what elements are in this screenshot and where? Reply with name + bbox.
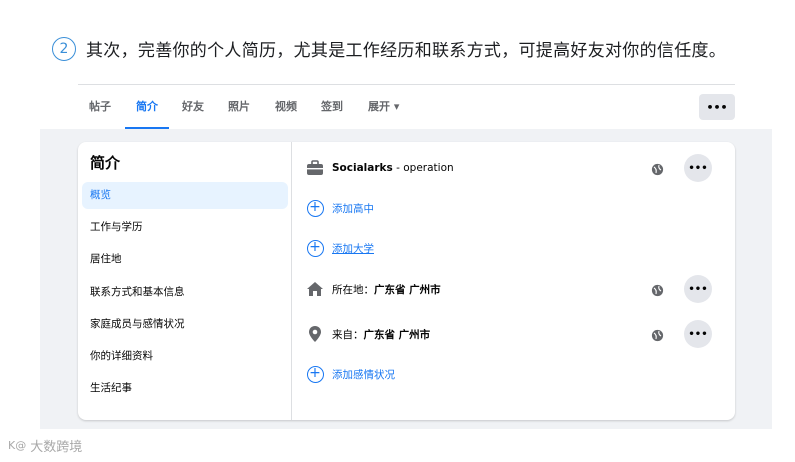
watermark-text: 大数跨境 <box>30 440 83 455</box>
sidebar-item-contact-info[interactable]: 联系方式和基本信息 <box>82 279 288 306</box>
hometown-row: 来自：广东省 广州市 ••• <box>304 319 712 349</box>
tab-friends[interactable]: 好友 <box>182 85 204 129</box>
current-city-text: 所在地：广东省 广州市 <box>332 282 441 297</box>
more-options-button[interactable]: ••• <box>699 94 735 120</box>
watermark-logo: K@ <box>8 439 27 452</box>
add-college-link[interactable]: 添加大学 <box>332 241 374 256</box>
work-row: Socialarks - operation ••• <box>304 153 712 183</box>
current-city-row: 所在地：广东省 广州市 ••• <box>304 274 712 304</box>
watermark: K@ 大数跨境 <box>8 436 82 455</box>
more-options-button[interactable]: ••• <box>684 320 712 348</box>
hometown-text: 来自：广东省 广州市 <box>332 327 430 342</box>
sidebar-title: 简介 <box>90 154 121 172</box>
current-city-value: 广东省 广州市 <box>374 283 441 296</box>
tab-checkins[interactable]: 签到 <box>321 85 343 129</box>
plus-circle-icon: + <box>306 239 324 257</box>
add-college-row[interactable]: + 添加大学 <box>304 233 712 263</box>
briefcase-icon <box>304 160 326 176</box>
tab-about[interactable]: 简介 <box>125 85 169 129</box>
sidebar-item-overview[interactable]: 概览 <box>82 182 288 209</box>
hometown-prefix: 来自： <box>332 328 364 341</box>
plus-circle-icon: + <box>306 365 324 383</box>
hometown-value: 广东省 广州市 <box>363 328 431 341</box>
sidebar-item-family[interactable]: 家庭成员与感情状况 <box>82 311 288 338</box>
about-card: 简介 概览 工作与学历 居住地 联系方式和基本信息 家庭成员与感情状况 你的详细… <box>78 142 735 420</box>
location-pin-icon <box>304 325 326 343</box>
add-relationship-row[interactable]: + 添加感情状况 <box>304 359 712 389</box>
home-icon <box>304 281 326 297</box>
add-highschool-link[interactable]: 添加高中 <box>332 201 374 216</box>
tab-posts[interactable]: 帖子 <box>89 85 111 129</box>
sidebar-item-places[interactable]: 居住地 <box>82 246 288 273</box>
sidebar-item-details[interactable]: 你的详细资料 <box>82 343 288 370</box>
work-text: Socialarks - operation <box>332 162 454 174</box>
globe-icon[interactable] <box>651 161 664 180</box>
more-options-button[interactable]: ••• <box>684 275 712 303</box>
globe-icon[interactable] <box>651 282 664 301</box>
profile-tabs: 帖子 简介 好友 照片 视频 签到 展开 ▾ ••• <box>78 85 735 129</box>
tab-videos[interactable]: 视频 <box>275 85 297 129</box>
step-number: 2 <box>52 36 76 61</box>
plus-circle-icon: + <box>306 199 324 217</box>
sidebar-item-life-events[interactable]: 生活纪事 <box>82 375 288 402</box>
about-sidebar: 简介 概览 工作与学历 居住地 联系方式和基本信息 家庭成员与感情状况 你的详细… <box>78 142 292 420</box>
work-company: Socialarks <box>332 162 393 174</box>
add-relationship-link[interactable]: 添加感情状况 <box>332 367 395 382</box>
step-instruction: 2 其次，完善你的个人简历，尤其是工作经历和联系方式，可提高好友对你的信任度。 <box>52 36 726 61</box>
work-role: - operation <box>392 162 454 174</box>
current-city-prefix: 所在地： <box>332 283 374 296</box>
globe-icon[interactable] <box>651 327 664 346</box>
sidebar-item-work-education[interactable]: 工作与学历 <box>82 214 288 241</box>
step-text: 其次，完善你的个人简历，尤其是工作经历和联系方式，可提高好友对你的信任度。 <box>86 41 727 61</box>
tab-more[interactable]: 展开 ▾ <box>368 85 399 129</box>
add-highschool-row[interactable]: + 添加高中 <box>304 193 712 223</box>
more-options-button[interactable]: ••• <box>684 154 712 182</box>
tab-photos[interactable]: 照片 <box>228 85 250 129</box>
